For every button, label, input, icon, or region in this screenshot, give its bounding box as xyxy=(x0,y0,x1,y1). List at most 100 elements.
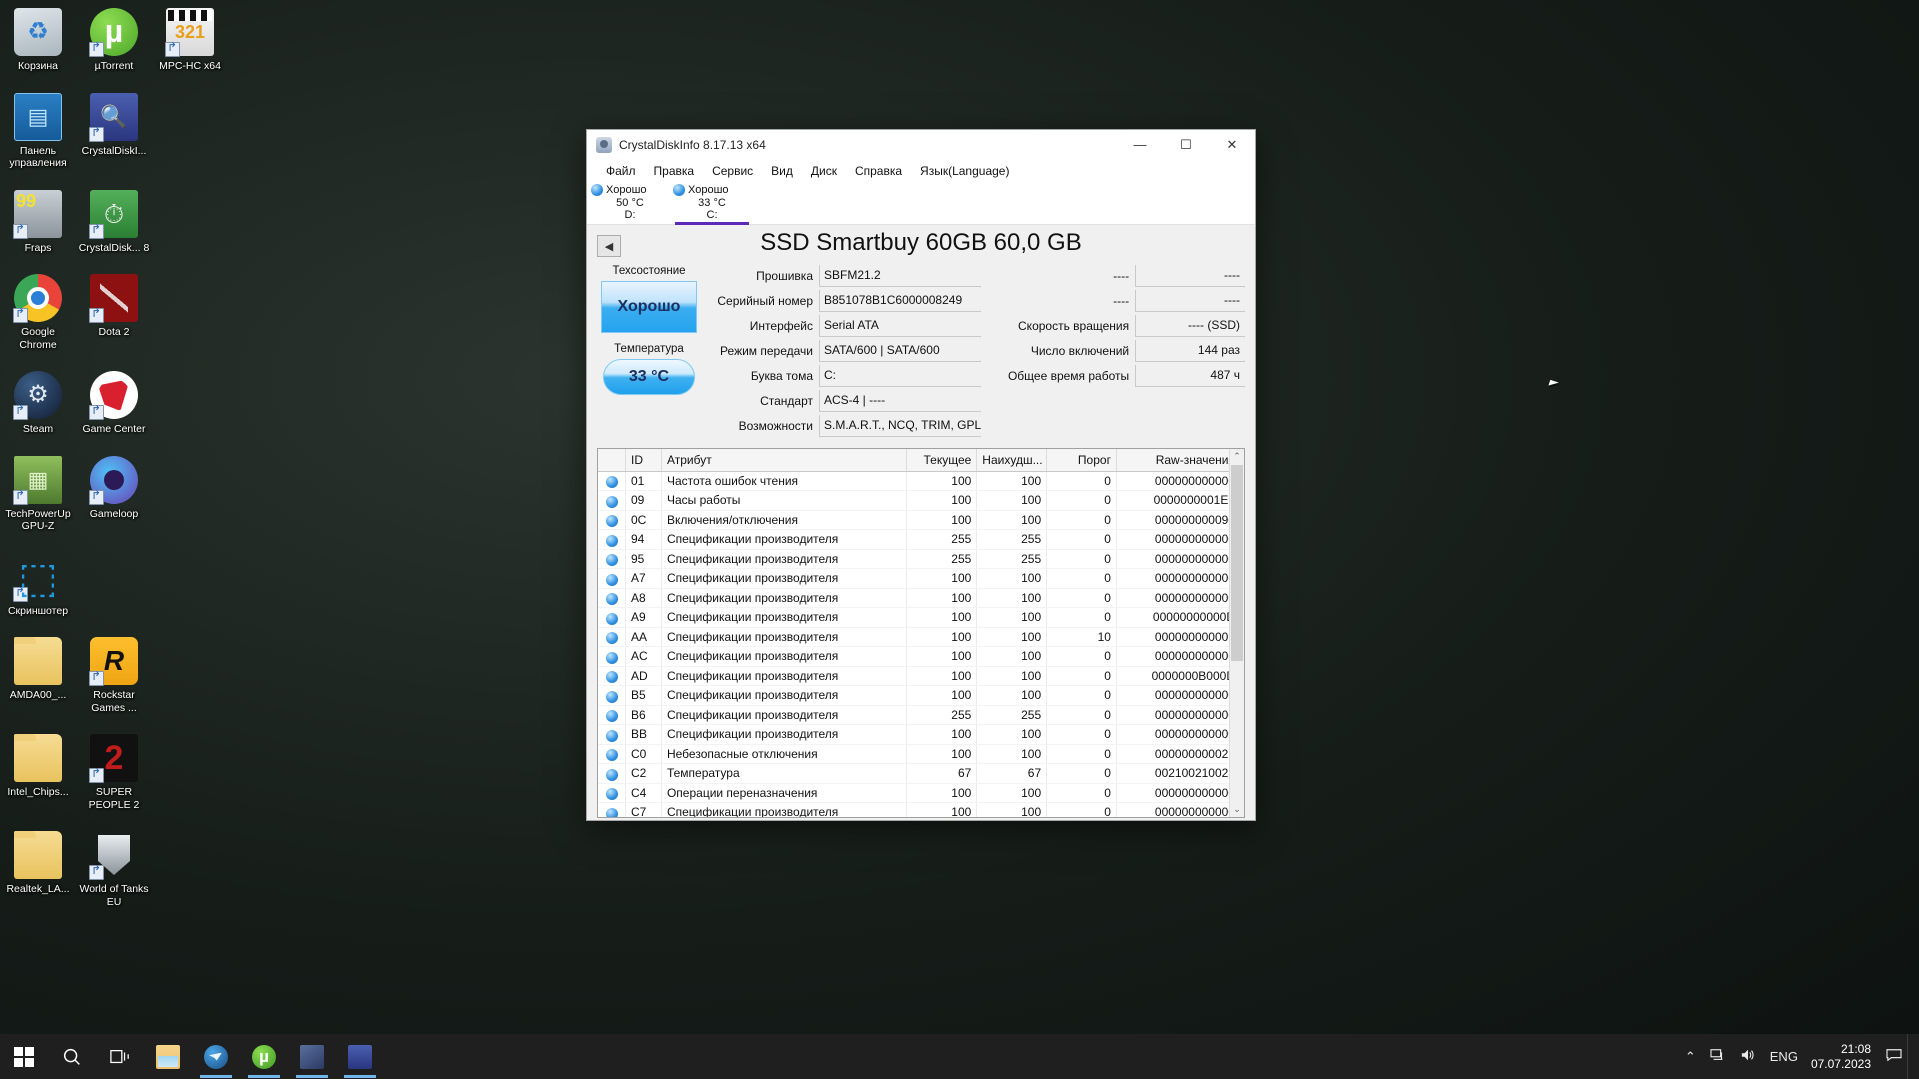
show-hidden-icons-chevron[interactable]: ⌃ xyxy=(1678,1049,1703,1065)
desktop-icon[interactable]: World of Tanks EU xyxy=(76,827,152,910)
table-row[interactable]: A9 Спецификации производителя 100 100 0 00000… xyxy=(598,607,1244,628)
table-body: 01 Частота ошибок чтения 100 100 0 0000000000… xyxy=(598,471,1244,817)
table-row[interactable]: B6 Спецификации производителя 255 255 0 00000… xyxy=(598,705,1244,725)
scrollbar-thumb[interactable] xyxy=(1231,465,1243,661)
desktop-icon[interactable]: AMDA00_... xyxy=(0,633,76,716)
shortcut-overlay-icon xyxy=(89,768,104,783)
menu-item-0[interactable]: Файл xyxy=(597,162,645,180)
table-header-0[interactable] xyxy=(598,449,626,472)
desktop-icon[interactable]: µTorrent xyxy=(76,4,152,75)
desktop-icon[interactable]: Intel_Chips... xyxy=(0,730,76,813)
desktop-icon[interactable]: CrystalDisk... 8 xyxy=(76,186,152,257)
desktop-icon[interactable]: Dota 2 xyxy=(76,270,152,353)
info-field-label: Общее время работы xyxy=(1007,368,1130,383)
scroll-down-arrow[interactable]: ⌄ xyxy=(1230,802,1244,817)
menu-item-2[interactable]: Сервис xyxy=(703,162,762,180)
telegram-button[interactable] xyxy=(192,1034,240,1079)
info-field-row: Интерфейс Serial ATA xyxy=(701,313,982,338)
notification-center-button[interactable] xyxy=(1881,1048,1907,1066)
shortcut-overlay-icon xyxy=(89,489,104,505)
desktop-icon[interactable]: SUPER PEOPLE 2 xyxy=(76,730,152,813)
window-titlebar[interactable]: CrystalDiskInfo 8.17.13 x64 — ☐ ✕ xyxy=(587,130,1255,160)
desktop-icon[interactable]: MPC-HC x64 xyxy=(152,4,228,75)
search-button[interactable] xyxy=(48,1034,96,1079)
prev-disk-button[interactable]: ◀ xyxy=(597,235,621,257)
table-row[interactable]: A7 Спецификации производителя 100 100 0 00000… xyxy=(598,568,1244,589)
desktop-icon-row: TechPowerUp GPU-Z Gameloop xyxy=(0,452,230,549)
language-indicator[interactable]: ENG xyxy=(1763,1049,1805,1064)
scroll-up-arrow[interactable]: ⌃ xyxy=(1230,449,1244,464)
desktop-icon[interactable]: CrystalDiskI... xyxy=(76,89,152,172)
cell-raw: 000000000000 xyxy=(1116,705,1244,725)
table-row[interactable]: 95 Спецификации производителя 255 255 0 00000… xyxy=(598,549,1244,569)
table-row[interactable]: C0 Небезопасные отключения 100 100 0 00000000… xyxy=(598,744,1244,764)
table-header-3[interactable]: Текущее xyxy=(906,449,978,472)
table-row[interactable]: A8 Спецификации производителя 100 100 0 00000… xyxy=(598,588,1244,608)
desktop-icon[interactable]: Game Center xyxy=(76,367,152,438)
table-row[interactable]: 01 Частота ошибок чтения 100 100 0 0000000000… xyxy=(598,471,1244,491)
desktop-icon[interactable]: Gameloop xyxy=(76,452,152,535)
menu-item-4[interactable]: Диск xyxy=(802,162,846,180)
table-row[interactable]: C4 Операции переназначения 100 100 0 00000000… xyxy=(598,783,1244,803)
table-header-4[interactable]: Наихудш... xyxy=(976,449,1048,472)
info-field-value: 487 ч xyxy=(1135,364,1245,387)
utorrent-taskbar-button[interactable]: µ xyxy=(240,1034,288,1079)
close-button[interactable]: ✕ xyxy=(1209,130,1255,160)
recycle-bin-icon xyxy=(14,8,62,56)
table-header-5[interactable]: Порог xyxy=(1046,449,1117,472)
menu-item-5[interactable]: Справка xyxy=(846,162,911,180)
desktop-icon[interactable]: Скриншотер xyxy=(0,549,76,620)
table-row[interactable]: B5 Спецификации производителя 100 100 0 00000… xyxy=(598,685,1244,706)
desktop-icon[interactable]: Steam xyxy=(0,367,76,438)
table-row[interactable]: C7 Спецификации производителя 100 100 0 00000… xyxy=(598,802,1244,817)
file-explorer-button[interactable] xyxy=(144,1034,192,1079)
start-button[interactable] xyxy=(0,1034,48,1079)
cell-cur: 100 xyxy=(906,802,978,817)
desktop-icon[interactable]: Корзина xyxy=(0,4,76,75)
network-icon[interactable] xyxy=(1703,1048,1733,1065)
system-tray: ⌃ ENG 21:08 07.07.2023 xyxy=(1678,1034,1919,1079)
desktop-icon[interactable]: Fraps xyxy=(0,186,76,257)
info-field-value: C: xyxy=(819,364,982,387)
disk-tab-D[interactable]: Хорошо 50 °C D: xyxy=(589,182,671,224)
table-header-6[interactable]: Raw-значения xyxy=(1116,449,1244,472)
notification-icon xyxy=(1886,1048,1902,1061)
media-player-button[interactable] xyxy=(288,1034,336,1079)
volume-icon[interactable] xyxy=(1733,1048,1763,1065)
health-status-button[interactable]: Хорошо xyxy=(601,281,697,333)
menu-item-6[interactable]: Язык(Language) xyxy=(911,162,1018,180)
menu-item-1[interactable]: Правка xyxy=(645,162,704,180)
temperature-button[interactable]: 33 °C xyxy=(603,359,695,395)
disk-tab-status: Хорошо xyxy=(606,184,647,196)
table-row[interactable]: 0C Включения/отключения 100 100 0 00000000009… xyxy=(598,510,1244,530)
disk-tab-C[interactable]: Хорошо 33 °C C: xyxy=(671,182,753,225)
table-row[interactable]: AA Спецификации производителя 100 100 10 0000… xyxy=(598,627,1244,647)
gpu-z-icon xyxy=(13,455,62,505)
table-header-2[interactable]: Атрибут xyxy=(661,449,908,472)
crystaldiskinfo-taskbar-button[interactable] xyxy=(336,1034,384,1079)
table-row[interactable]: AD Спецификации производителя 100 100 0 00000… xyxy=(598,666,1244,686)
maximize-button[interactable]: ☐ xyxy=(1163,130,1209,160)
desktop-icon[interactable]: Rockstar Games ... xyxy=(76,633,152,716)
table-row[interactable]: 94 Спецификации производителя 255 255 0 00000… xyxy=(598,529,1244,550)
cell-raw: 000000000025 xyxy=(1116,744,1244,764)
info-field-label: Прошивка xyxy=(756,268,813,283)
cell-worst: 100 xyxy=(976,724,1048,745)
table-row[interactable]: C2 Температура 67 67 0 002100210021 xyxy=(598,763,1244,784)
cell-thr: 0 xyxy=(1046,588,1117,608)
menu-item-3[interactable]: Вид xyxy=(762,162,802,180)
desktop-icon[interactable]: Панель управления xyxy=(0,89,76,172)
show-desktop-button[interactable] xyxy=(1907,1034,1913,1079)
desktop-icon[interactable]: TechPowerUp GPU-Z xyxy=(0,452,76,535)
table-header-1[interactable]: ID xyxy=(625,449,662,472)
table-row[interactable]: BB Спецификации производителя 100 100 0 00000… xyxy=(598,724,1244,745)
clock[interactable]: 21:08 07.07.2023 xyxy=(1805,1042,1881,1072)
row-status-led xyxy=(598,549,626,569)
desktop-icon[interactable]: Google Chrome xyxy=(0,270,76,353)
task-view-button[interactable] xyxy=(96,1034,144,1079)
desktop-icon[interactable]: Realtek_LA... xyxy=(0,827,76,910)
table-vertical-scrollbar[interactable]: ⌃ ⌄ xyxy=(1229,449,1244,817)
table-row[interactable]: AC Спецификации производителя 100 100 0 00000… xyxy=(598,646,1244,667)
minimize-button[interactable]: — xyxy=(1117,130,1163,160)
table-row[interactable]: 09 Часы работы 100 100 0 0000000001E7 xyxy=(598,490,1244,511)
